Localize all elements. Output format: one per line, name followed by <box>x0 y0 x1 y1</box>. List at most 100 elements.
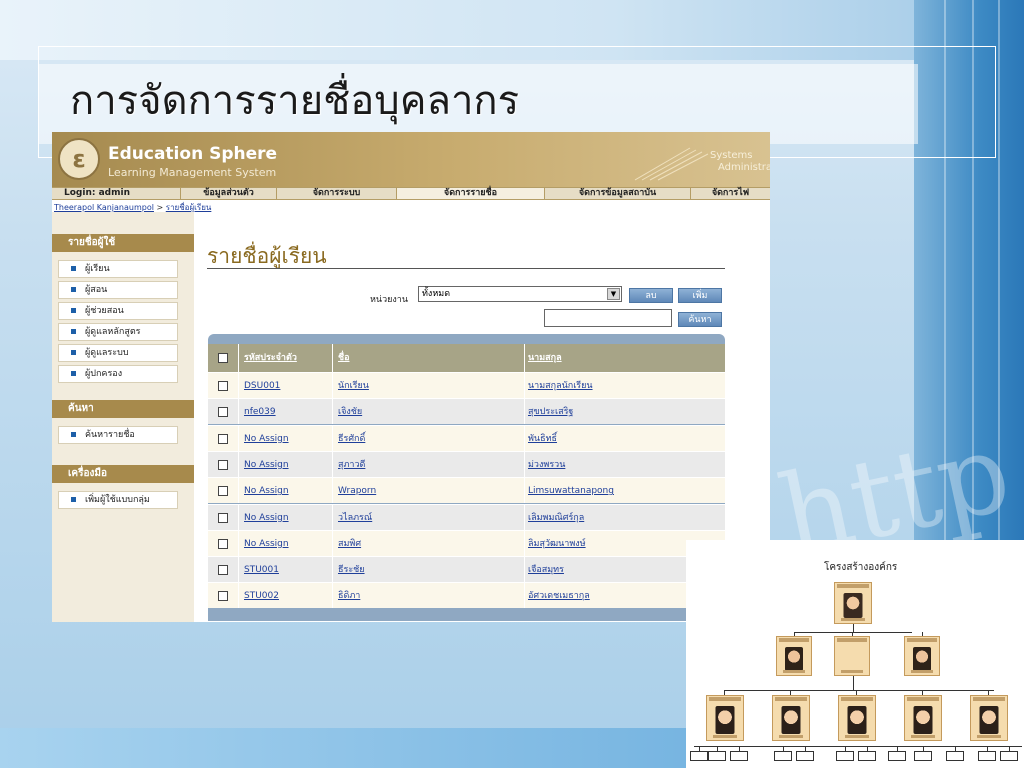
search-input[interactable] <box>544 309 672 327</box>
column-separator <box>332 583 333 609</box>
cell-first-name[interactable]: ธีระชัย <box>338 557 365 582</box>
header-first-name[interactable]: ชื่อ <box>338 344 350 372</box>
column-separator <box>524 583 525 609</box>
row-checkbox[interactable] <box>218 407 228 418</box>
org-card <box>838 695 876 741</box>
cell-last-name[interactable]: Limsuwattanapong <box>528 478 614 503</box>
cell-last-name[interactable]: เลิมพมณิศร์กุล <box>528 505 584 530</box>
chevron-down-icon[interactable]: ▼ <box>607 288 620 300</box>
cell-student-id[interactable]: No Assign <box>244 426 289 451</box>
person-photo-icon <box>715 706 735 734</box>
bullet-icon <box>71 497 76 502</box>
person-photo-icon <box>785 647 803 671</box>
row-checkbox[interactable] <box>218 591 228 602</box>
column-separator <box>332 399 333 425</box>
org-leaf-box <box>796 751 814 761</box>
tab-system[interactable]: จัดการระบบ <box>276 188 396 199</box>
education-sphere-logo-icon: ε <box>58 138 100 180</box>
column-separator <box>332 373 333 398</box>
row-checkbox[interactable] <box>218 459 228 470</box>
cell-first-name[interactable]: ธิดิภา <box>338 583 360 608</box>
column-separator <box>524 557 525 583</box>
cell-student-id[interactable]: STU001 <box>244 557 279 582</box>
sidebar-item-learners[interactable]: ผู้เรียน <box>58 260 178 278</box>
unit-select[interactable]: ทั้งหมด ▼ <box>418 286 622 302</box>
column-separator <box>238 425 239 451</box>
column-separator <box>332 557 333 583</box>
row-checkbox[interactable] <box>218 486 228 497</box>
column-separator <box>524 399 525 425</box>
sidebar-item-search-names[interactable]: ค้นหารายชื่อ <box>58 426 178 444</box>
cell-last-name[interactable]: ลิมสุวัฒนาพงษ์ <box>528 531 586 556</box>
sidebar-item-assistants[interactable]: ผู้ช่วยสอน <box>58 302 178 320</box>
column-separator <box>238 451 239 477</box>
login-status: Login: admin <box>64 188 130 198</box>
org-card <box>834 582 872 624</box>
cell-first-name[interactable]: สุภาวดี <box>338 452 365 477</box>
table-row: No Assign สุภาวดี ม่วงพรวน <box>208 450 725 477</box>
column-separator <box>524 425 525 451</box>
cell-student-id[interactable]: No Assign <box>244 531 289 556</box>
tab-users[interactable]: จัดการรายชื่อ <box>396 188 544 199</box>
header-last-name[interactable]: นามสกุล <box>528 344 562 372</box>
sidebar-section-search: ค้นหา <box>52 400 194 418</box>
sidebar-section-tools: เครื่องมือ <box>52 465 194 483</box>
cell-first-name[interactable]: ธีรศักดิ์ <box>338 426 365 451</box>
org-chart-image: โครงสร้างองค์กร <box>686 540 1024 768</box>
table-header: รหัสประจำตัว ชื่อ นามสกุล <box>208 344 725 372</box>
table-row: No Assign Wraporn Limsuwattanapong <box>208 477 725 504</box>
sidebar-item-course-admins[interactable]: ผู้ดูแลหลักสูตร <box>58 323 178 341</box>
sidebar-item-teachers[interactable]: ผู้สอน <box>58 281 178 299</box>
sidebar-item-system-admins[interactable]: ผู้ดูแลระบบ <box>58 344 178 362</box>
delete-button[interactable]: ลบ <box>629 288 673 303</box>
org-connector <box>853 676 854 690</box>
breadcrumb-user-link[interactable]: Theerapol Kanjanaumpol <box>54 203 154 212</box>
column-separator <box>332 504 333 530</box>
cell-student-id[interactable]: nfe039 <box>244 399 276 424</box>
cell-first-name[interactable]: Wraporn <box>338 478 376 503</box>
org-connector <box>724 690 994 691</box>
app-screenshot: ε Education Sphere Learning Management S… <box>52 132 770 622</box>
row-checkbox[interactable] <box>218 381 228 391</box>
select-all-checkbox[interactable] <box>218 353 228 363</box>
cell-first-name[interactable]: นักเรียน <box>338 373 369 398</box>
cell-student-id[interactable]: No Assign <box>244 452 289 477</box>
header-student-id[interactable]: รหัสประจำตัว <box>244 344 297 372</box>
cell-first-name[interactable]: วไลภรณ์ <box>338 505 372 530</box>
cell-last-name[interactable]: เจือสมุทร <box>528 557 564 582</box>
tab-files[interactable]: จัดการไฟ <box>690 188 770 199</box>
row-checkbox[interactable] <box>218 433 228 444</box>
breadcrumb-page-link[interactable]: รายชื่อผู้เรียน <box>166 203 212 212</box>
add-button[interactable]: เพิ่ม <box>678 288 722 303</box>
tab-profile[interactable]: ข้อมูลส่วนตัว <box>180 188 276 199</box>
app-header: ε Education Sphere Learning Management S… <box>52 132 770 187</box>
row-checkbox[interactable] <box>218 512 228 523</box>
cell-last-name[interactable]: อัศวเดชเมธากุล <box>528 583 590 608</box>
brand-name: Education Sphere <box>108 144 278 164</box>
sidebar-item-bulk-add-users[interactable]: เพิ่มผู้ใช้แบบกลุ่ม <box>58 491 178 509</box>
title-divider <box>207 268 725 269</box>
cell-student-id[interactable]: DSU001 <box>244 373 280 398</box>
org-leaf-box <box>774 751 792 761</box>
row-checkbox[interactable] <box>218 565 228 576</box>
cell-last-name[interactable]: สุขประเสริฐ <box>528 399 573 424</box>
cell-student-id[interactable]: STU002 <box>244 583 279 608</box>
org-leaf-box <box>1000 751 1018 761</box>
org-leaf-box <box>730 751 748 761</box>
cell-student-id[interactable]: No Assign <box>244 478 289 503</box>
row-checkbox[interactable] <box>218 538 228 549</box>
tab-institution[interactable]: จัดการข้อมูลสถาบัน <box>544 188 690 199</box>
learner-table: รหัสประจำตัว ชื่อ นามสกุล DSU001 นักเรียน… <box>208 334 725 621</box>
cell-last-name[interactable]: พันธิทธิ์ <box>528 426 557 451</box>
cell-last-name[interactable]: ม่วงพรวน <box>528 452 565 477</box>
sidebar-item-parents[interactable]: ผู้ปกครอง <box>58 365 178 383</box>
search-button[interactable]: ค้นหา <box>678 312 722 327</box>
cell-student-id[interactable]: No Assign <box>244 505 289 530</box>
cell-first-name[interactable]: เจิงชัย <box>338 399 362 424</box>
cell-first-name[interactable]: สมพิศ <box>338 531 361 556</box>
cell-last-name[interactable]: นามสกุลนักเรียน <box>528 373 593 398</box>
org-leaf-box <box>858 751 876 761</box>
system-admin-label: Systems Administrato <box>710 150 770 173</box>
org-leaf-box <box>690 751 708 761</box>
table-row: DSU001 นักเรียน นามสกุลนักเรียน <box>208 372 725 398</box>
